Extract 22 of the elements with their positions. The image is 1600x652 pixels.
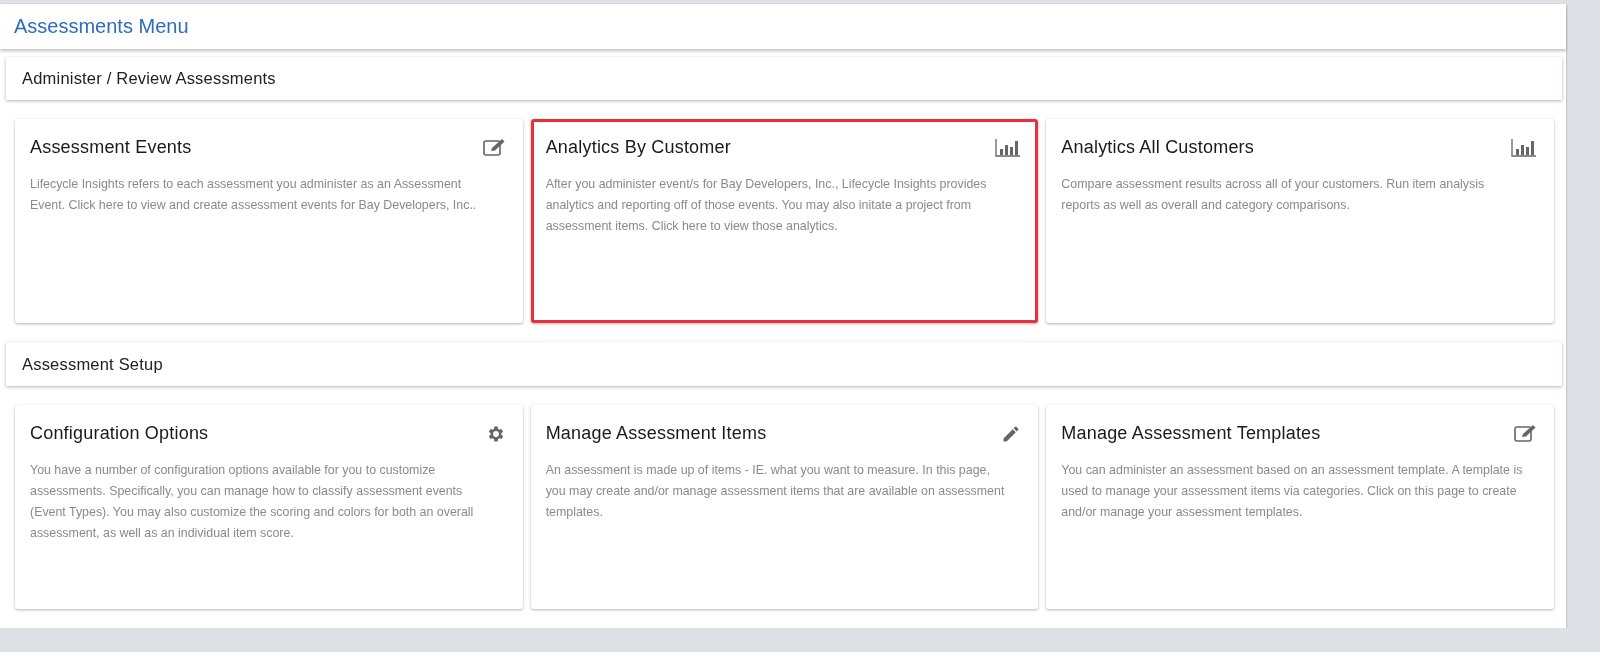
bar-chart-icon[interactable] xyxy=(1511,138,1537,158)
card-description: An assessment is made up of items - IE. what you want to measure. In this page, you may create and/or manage assessment items that are available on assessment templates. xyxy=(545,462,1006,521)
menu-card[interactable] xyxy=(1046,405,1554,609)
card-description: After you administer event/s for Bay Developers, Inc., Lifecycle Insights provides analytics and reporting off of those events. You may also initate a project from assessment items. Click here to view those analytics. xyxy=(545,176,988,236)
section-title: Administer / Review Assessments xyxy=(22,69,276,88)
edit-icon[interactable] xyxy=(482,138,506,158)
section-title: Assessment Setup xyxy=(22,354,163,374)
card-title: Configuration Options xyxy=(30,423,209,444)
card-description: You have a number of configuration options available for you to customize assessments. Specifically, you can manage how to classify assessment events (Event Types). You may also customize the scoring and colors for both an overall assessment, as well as an individual item score. xyxy=(30,462,475,542)
card-title: Analytics By Customer xyxy=(545,137,731,159)
page-title: Assessments Menu xyxy=(14,14,189,38)
card-description: Lifecycle Insights refers to each assessment you administer as an Assessment Event. Click here to view and create assessment events for Bay Developers, Inc.. xyxy=(30,176,478,215)
card-title: Analytics All Customers xyxy=(1061,137,1254,159)
card-title: Manage Assessment Templates xyxy=(1061,423,1321,444)
bar-chart-icon[interactable] xyxy=(995,138,1022,158)
card-title: Assessment Events xyxy=(30,137,192,159)
card-description: You can administer an assessment based on an assessment template. A template is used to manage your assessment items via categories. Click on this page to create and/or manage your assessment templates. xyxy=(1061,462,1523,521)
menu-card[interactable] xyxy=(15,405,523,609)
card-title: Manage Assessment Items xyxy=(545,423,767,444)
edit-icon[interactable] xyxy=(1514,424,1537,443)
card-description: Compare assessment results across all of your customers. Run item analysis reports as well as overall and category comparisons. xyxy=(1061,176,1486,215)
highlighted-menu-card[interactable] xyxy=(530,119,1039,324)
